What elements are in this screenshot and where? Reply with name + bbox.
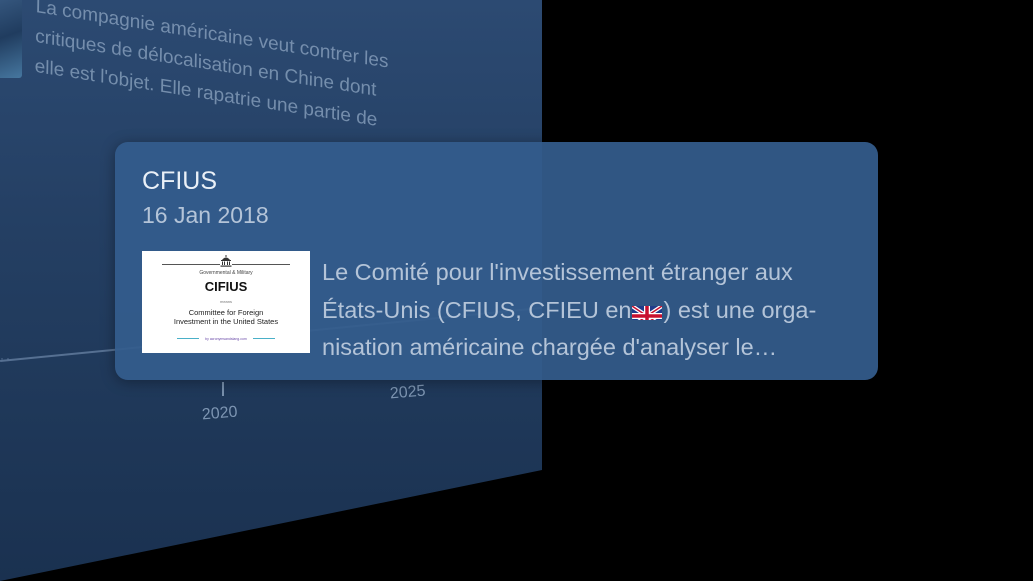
background-article-thumbnail <box>0 0 22 78</box>
description-line: États-Unis (CFIUS, CFIEU en ) est une or… <box>322 292 862 330</box>
description-text: États-Unis (CFIUS, CFIEU en <box>322 296 632 323</box>
card-description: Le Comité pour l'investissement étranger… <box>322 254 862 367</box>
stage: La compagnie américaine veut contrer les… <box>0 0 1033 581</box>
thumbnail-means-label: means <box>219 299 232 304</box>
description-line: Le Comité pour l'investissement étranger… <box>322 254 862 292</box>
thumbnail-abbreviation: CIFIUS <box>204 279 248 294</box>
background-article-text: La compagnie américaine veut contrer les… <box>34 0 416 142</box>
thumbnail-divider <box>232 264 290 265</box>
description-line: nisation américaine chargée d'analyser l… <box>322 329 862 367</box>
thumbnail-full-name-line: Investment in the United States <box>173 317 279 326</box>
thumbnail-divider <box>162 264 220 265</box>
description-text: Le Comité pour l'investissement étranger… <box>322 259 793 285</box>
card-thumbnail-image[interactable]: Governmental & Military CIFIUS means Com… <box>142 251 310 353</box>
card-date: 16 Jan 2018 <box>142 202 269 228</box>
timeline-year-label: 2025 <box>389 382 427 403</box>
thumbnail-footer-divider <box>253 338 275 339</box>
thumbnail-category: Governmental & Military <box>199 270 253 276</box>
thumbnail-footer: by acronymsandslang.com <box>205 337 247 341</box>
entity-card[interactable]: CFIUS 16 Jan 2018 Governmental & Militar… <box>115 142 878 380</box>
uk-flag-icon <box>632 300 663 320</box>
thumbnail-full-name: Committee for Foreign Investment in the … <box>142 308 310 326</box>
thumbnail-full-name-line: Committee for Foreign <box>188 308 264 317</box>
timeline-year-label: 2020 <box>201 403 239 424</box>
card-title: CFIUS <box>142 167 217 195</box>
timeline-tick <box>222 382 224 396</box>
description-text: ) est une orga- <box>663 296 817 323</box>
description-text: nisation américaine chargée d'analyser l… <box>322 334 778 360</box>
capitol-building-icon <box>220 255 232 267</box>
